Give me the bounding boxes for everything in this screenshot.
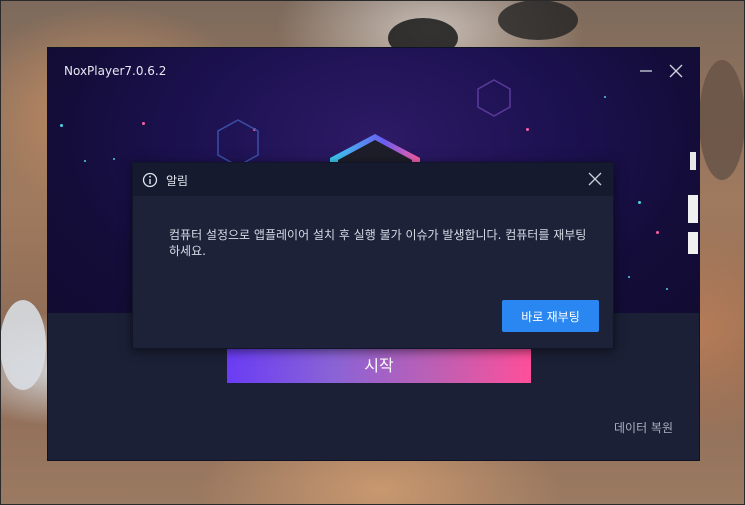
close-icon[interactable]: [586, 170, 604, 188]
star-dot: [628, 276, 630, 278]
minimize-button[interactable]: [635, 60, 657, 82]
window-close-button[interactable]: [665, 60, 687, 82]
alert-title: 알림: [166, 174, 189, 188]
window-title: NoxPlayer7.0.6.2: [64, 64, 167, 78]
background-blob: [0, 300, 46, 390]
restore-data-link[interactable]: 데이터 복원: [614, 419, 673, 436]
minimize-icon: [640, 70, 652, 72]
star-dot: [60, 124, 63, 127]
star-dot: [113, 158, 115, 160]
star-dot: [526, 128, 529, 131]
star-dot: [604, 96, 606, 98]
star-dot: [666, 288, 668, 290]
alert-message: 컴퓨터 설정으로 앱플레이어 설치 후 실행 불가 이슈가 발생합니다. 컴퓨터…: [169, 228, 587, 258]
background-blob: [498, 0, 578, 40]
info-icon: [142, 172, 158, 188]
background-window-peek: [688, 150, 698, 268]
reboot-now-button[interactable]: 바로 재부팅: [502, 300, 599, 332]
hexagon-outline: [477, 79, 511, 117]
start-button[interactable]: 시작: [227, 348, 531, 383]
star-dot: [656, 231, 659, 234]
alert-dialog: 알림 컴퓨터 설정으로 앱플레이어 설치 후 실행 불가 이슈가 발생합니다. …: [132, 162, 614, 349]
close-icon: [669, 64, 683, 78]
star-dot: [142, 122, 145, 125]
hexagon-outline: [217, 119, 259, 167]
alert-header: 알림: [133, 163, 613, 196]
background-window-glyphs: [688, 152, 698, 254]
background-blob: [699, 60, 745, 180]
star-dot: [84, 160, 86, 162]
star-dot: [638, 201, 641, 204]
